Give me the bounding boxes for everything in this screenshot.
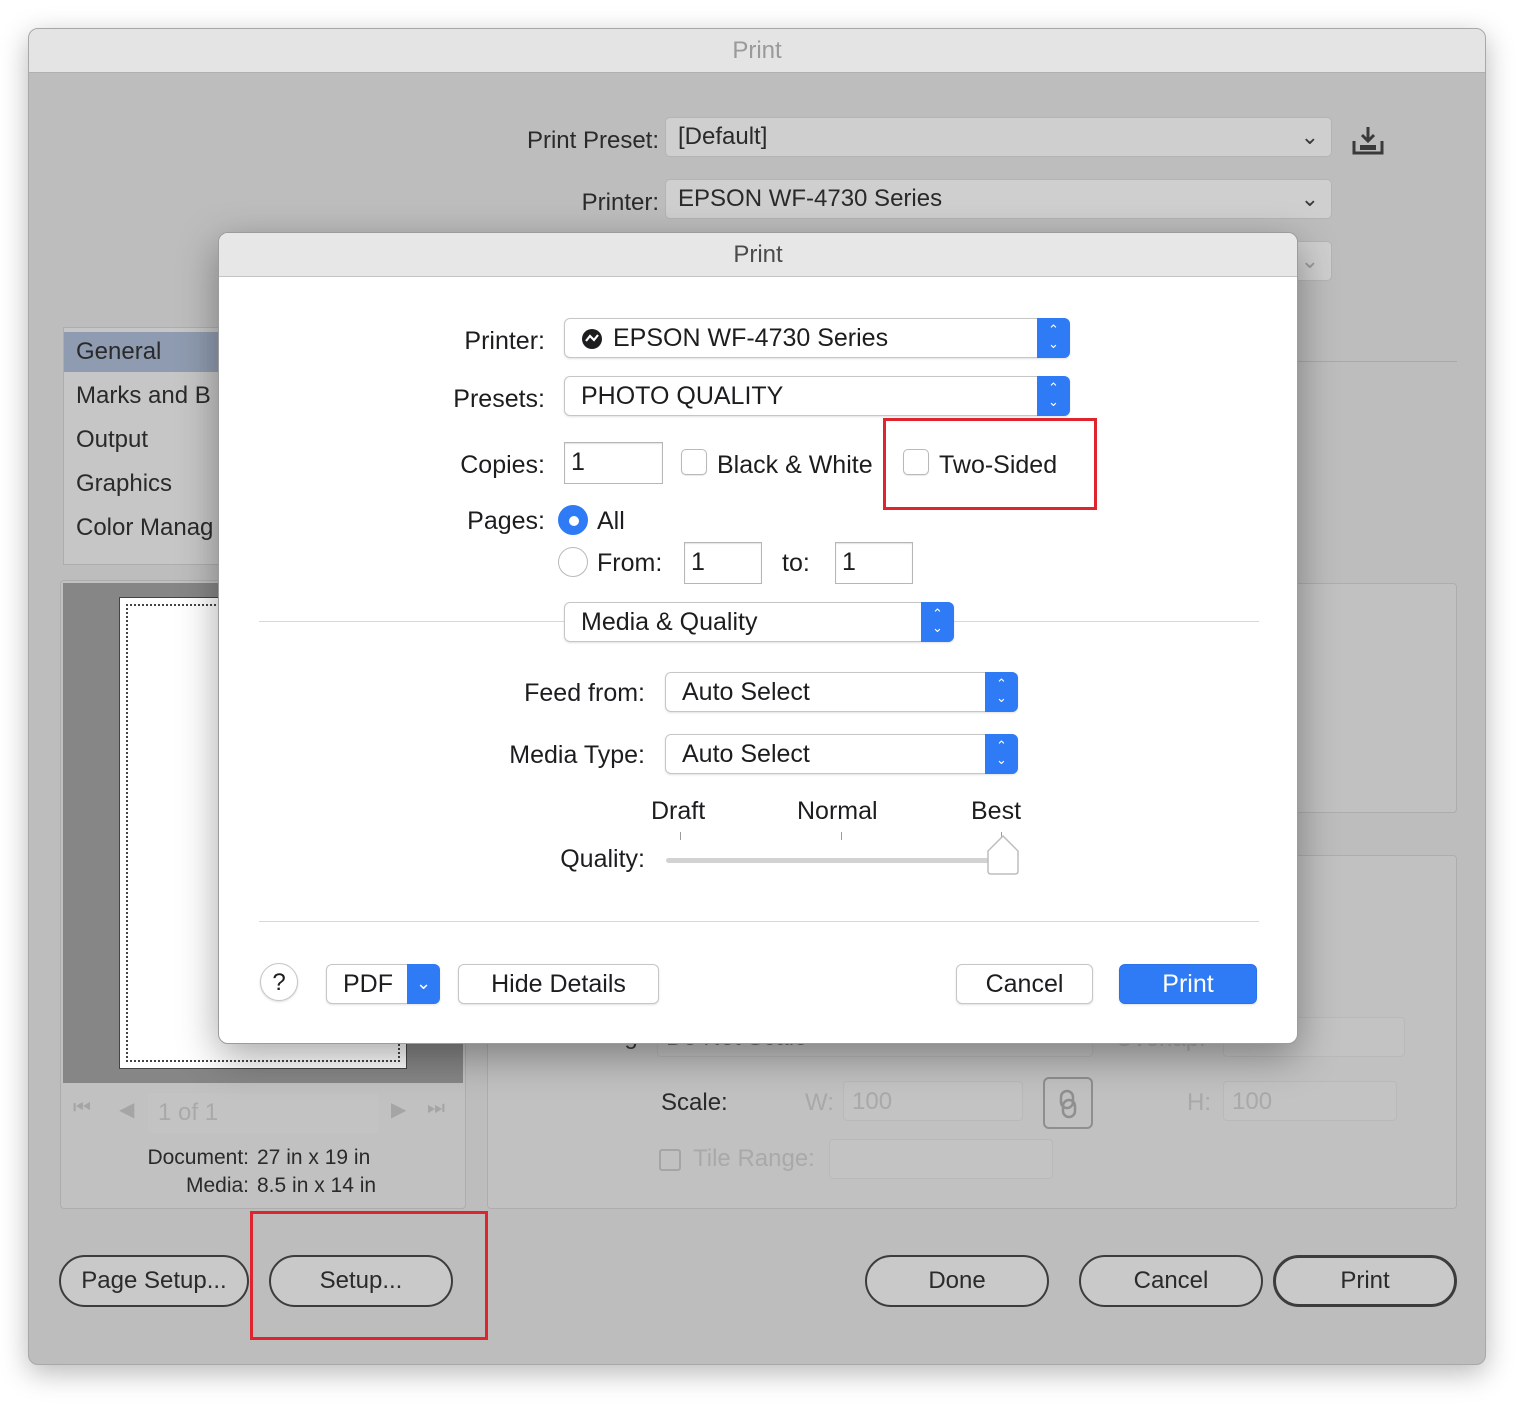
- pages-all-label: All: [597, 507, 625, 535]
- previous-page-icon[interactable]: ◀: [119, 1097, 134, 1122]
- done-button[interactable]: Done: [865, 1255, 1049, 1307]
- quality-label: Quality:: [560, 845, 645, 873]
- updown-arrows-icon: ⌃ ⌄: [985, 672, 1018, 712]
- feed-from-value: Auto Select: [682, 678, 810, 706]
- presets-label: Presets:: [453, 385, 545, 413]
- sidebar-item-general[interactable]: General: [64, 332, 222, 372]
- outer-printer-label: Printer:: [581, 189, 659, 216]
- scale-height-input[interactable]: 100: [1223, 1081, 1397, 1121]
- black-white-label: Black & White: [717, 451, 873, 479]
- black-white-checkbox[interactable]: [681, 449, 707, 475]
- highlight-two-sided: [883, 418, 1097, 510]
- section-dropdown[interactable]: Media & Quality ⌃ ⌄: [564, 602, 954, 642]
- sheet-title: Print: [219, 233, 1297, 277]
- scale-height-label: H:: [1187, 1089, 1211, 1116]
- presets-value: PHOTO QUALITY: [581, 382, 784, 410]
- scale-label: Scale:: [661, 1089, 728, 1116]
- pdf-menu-button[interactable]: PDF ⌄: [326, 964, 440, 1004]
- sidebar-item-output[interactable]: Output: [64, 420, 222, 460]
- highlight-setup-button: [250, 1211, 488, 1340]
- category-list: General Marks and B Output Graphics Colo…: [63, 327, 223, 565]
- updown-arrows-icon: ⌃ ⌄: [985, 734, 1018, 774]
- copies-input[interactable]: 1: [564, 442, 663, 484]
- bottom-separator: [259, 921, 1259, 922]
- print-preset-dropdown[interactable]: [Default] ⌄: [665, 117, 1332, 157]
- media-type-label: Media Type:: [509, 741, 645, 769]
- chevron-down-icon: ⌄: [407, 964, 440, 1004]
- outer-cancel-button[interactable]: Cancel: [1079, 1255, 1263, 1307]
- sidebar-item-graphics[interactable]: Graphics: [64, 464, 222, 504]
- printer-label: Printer:: [464, 327, 545, 355]
- print-preset-label: Print Preset:: [526, 127, 659, 154]
- save-preset-icon[interactable]: [1351, 125, 1385, 157]
- pdf-label: PDF: [343, 970, 393, 998]
- tile-range-input[interactable]: [829, 1139, 1053, 1179]
- document-size-label: Document:: [147, 1146, 249, 1169]
- last-page-icon[interactable]: ⏭: [427, 1097, 445, 1120]
- media-size-label: Media:: [185, 1174, 249, 1197]
- updown-arrows-icon: ⌃ ⌄: [921, 602, 954, 642]
- updown-arrows-icon: ⌃ ⌄: [1037, 376, 1070, 416]
- first-page-icon[interactable]: ⏮: [73, 1097, 91, 1120]
- pages-all-radio[interactable]: [558, 505, 588, 535]
- quality-tick-normal: [841, 832, 842, 840]
- section-value: Media & Quality: [581, 608, 758, 636]
- hide-details-button[interactable]: Hide Details: [458, 964, 659, 1004]
- pages-from-input[interactable]: 1: [684, 542, 762, 584]
- sidebar-item-color-management[interactable]: Color Manag: [64, 508, 222, 548]
- next-page-icon[interactable]: ▶: [391, 1097, 406, 1122]
- outer-printer-value: EPSON WF-4730 Series: [678, 185, 943, 212]
- scale-width-label: W:: [805, 1089, 834, 1116]
- pages-to-label: to:: [782, 549, 810, 577]
- presets-dropdown[interactable]: PHOTO QUALITY ⌃ ⌄: [564, 376, 1070, 416]
- print-preset-value: [Default]: [678, 123, 768, 150]
- tile-range-checkbox[interactable]: [659, 1149, 681, 1171]
- quality-slider-thumb[interactable]: [986, 835, 1020, 875]
- quality-level-best: Best: [971, 797, 1022, 825]
- media-type-value: Auto Select: [682, 740, 810, 768]
- print-button[interactable]: Print: [1119, 964, 1257, 1004]
- printer-status-icon: [582, 329, 602, 349]
- chevron-down-icon: ⌄: [1300, 186, 1319, 211]
- chevron-down-icon: ⌄: [1300, 124, 1319, 149]
- tile-range-label: Tile Range:: [693, 1145, 815, 1172]
- page-indicator[interactable]: 1 of 1: [148, 1093, 378, 1133]
- options-group-top: [1279, 583, 1457, 813]
- feed-from-label: Feed from:: [524, 679, 645, 707]
- quality-tick-draft: [680, 832, 681, 840]
- pages-label: Pages:: [467, 507, 545, 535]
- sidebar-item-marks-and-bleed[interactable]: Marks and B: [64, 376, 222, 416]
- media-type-dropdown[interactable]: Auto Select ⌃ ⌄: [665, 734, 1018, 774]
- printer-dropdown[interactable]: EPSON WF-4730 Series ⌃ ⌄: [564, 318, 1070, 358]
- chevron-down-icon: ⌄: [1300, 248, 1319, 273]
- link-icon: [1059, 1089, 1077, 1119]
- outer-printer-dropdown[interactable]: EPSON WF-4730 Series ⌄: [665, 179, 1332, 219]
- copies-label: Copies:: [460, 451, 545, 479]
- printer-value: EPSON WF-4730 Series: [613, 324, 889, 352]
- pages-to-input[interactable]: 1: [835, 542, 913, 584]
- system-print-sheet: Print Printer: EPSON WF-4730 Series ⌃ ⌄ P…: [218, 232, 1298, 1044]
- pages-from-radio[interactable]: [558, 547, 588, 577]
- constrain-proportions-button[interactable]: [1043, 1077, 1093, 1129]
- page-setup-button[interactable]: Page Setup...: [59, 1255, 249, 1307]
- feed-from-dropdown[interactable]: Auto Select ⌃ ⌄: [665, 672, 1018, 712]
- outer-print-button[interactable]: Print: [1273, 1255, 1457, 1307]
- document-size-value: 27 in x 19 in: [257, 1146, 371, 1169]
- quality-slider-track[interactable]: [666, 858, 1016, 863]
- quality-level-draft: Draft: [651, 797, 706, 825]
- cancel-button[interactable]: Cancel: [956, 964, 1093, 1004]
- outer-window-title: Print: [29, 29, 1485, 73]
- pages-from-label: From:: [597, 549, 663, 577]
- quality-level-normal: Normal: [797, 797, 878, 825]
- help-button[interactable]: ?: [260, 963, 298, 1001]
- media-size-value: 8.5 in x 14 in: [257, 1174, 377, 1197]
- scale-width-input[interactable]: 100: [843, 1081, 1023, 1121]
- updown-arrows-icon: ⌃ ⌄: [1037, 318, 1070, 358]
